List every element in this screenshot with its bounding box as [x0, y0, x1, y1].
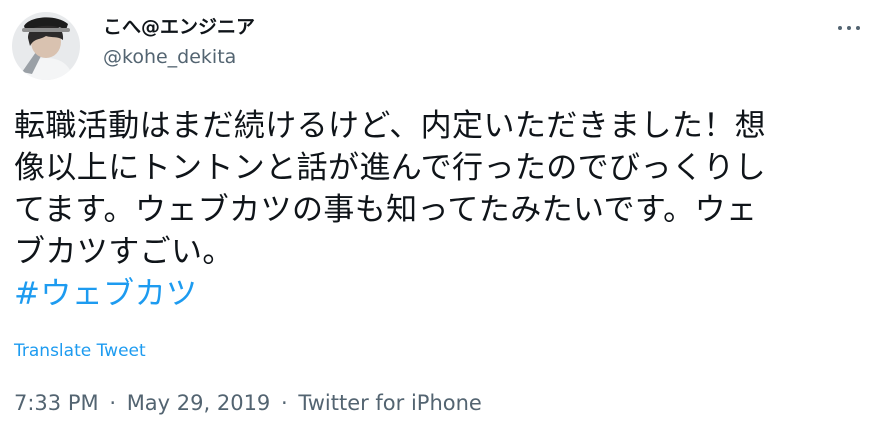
tweet-text-line: ブカツすごい。 — [14, 234, 234, 270]
tweet-time-link[interactable]: 7:33 PM — [14, 391, 99, 415]
tweet-text: 転職活動はまだ続けるけど、内定いただきました！想 像以上にトントンと話が進んで行… — [14, 105, 864, 315]
tweet-text-line: 像以上にトントンと話が進んで行ったのでびっくりし — [14, 150, 767, 186]
more-dot — [856, 26, 860, 30]
tweet-text-line: てます。ウェブカツの事も知ってたみたいです。ウェ — [14, 192, 758, 228]
translate-tweet-link[interactable]: Translate Tweet — [14, 340, 146, 362]
more-dot — [838, 26, 842, 30]
author-handle[interactable]: @kohe_dekita — [103, 45, 236, 69]
tweet-source-link[interactable]: Twitter for iPhone — [298, 391, 482, 415]
more-options-icon[interactable] — [834, 16, 864, 40]
meta-separator: · — [109, 391, 116, 415]
avatar[interactable] — [12, 12, 80, 80]
author-display-name[interactable]: こへ@エンジニア — [103, 14, 255, 40]
tweet-meta: 7:33 PM · May 29, 2019 · Twitter for iPh… — [14, 389, 482, 417]
tweet-text-line: 転職活動はまだ続けるけど、内定いただきました！想 — [14, 108, 767, 144]
more-dot — [847, 26, 851, 30]
tweet-date-link[interactable]: May 29, 2019 — [127, 391, 271, 415]
hashtag-link[interactable]: #ウェブカツ — [14, 273, 864, 315]
meta-separator: · — [280, 391, 288, 415]
